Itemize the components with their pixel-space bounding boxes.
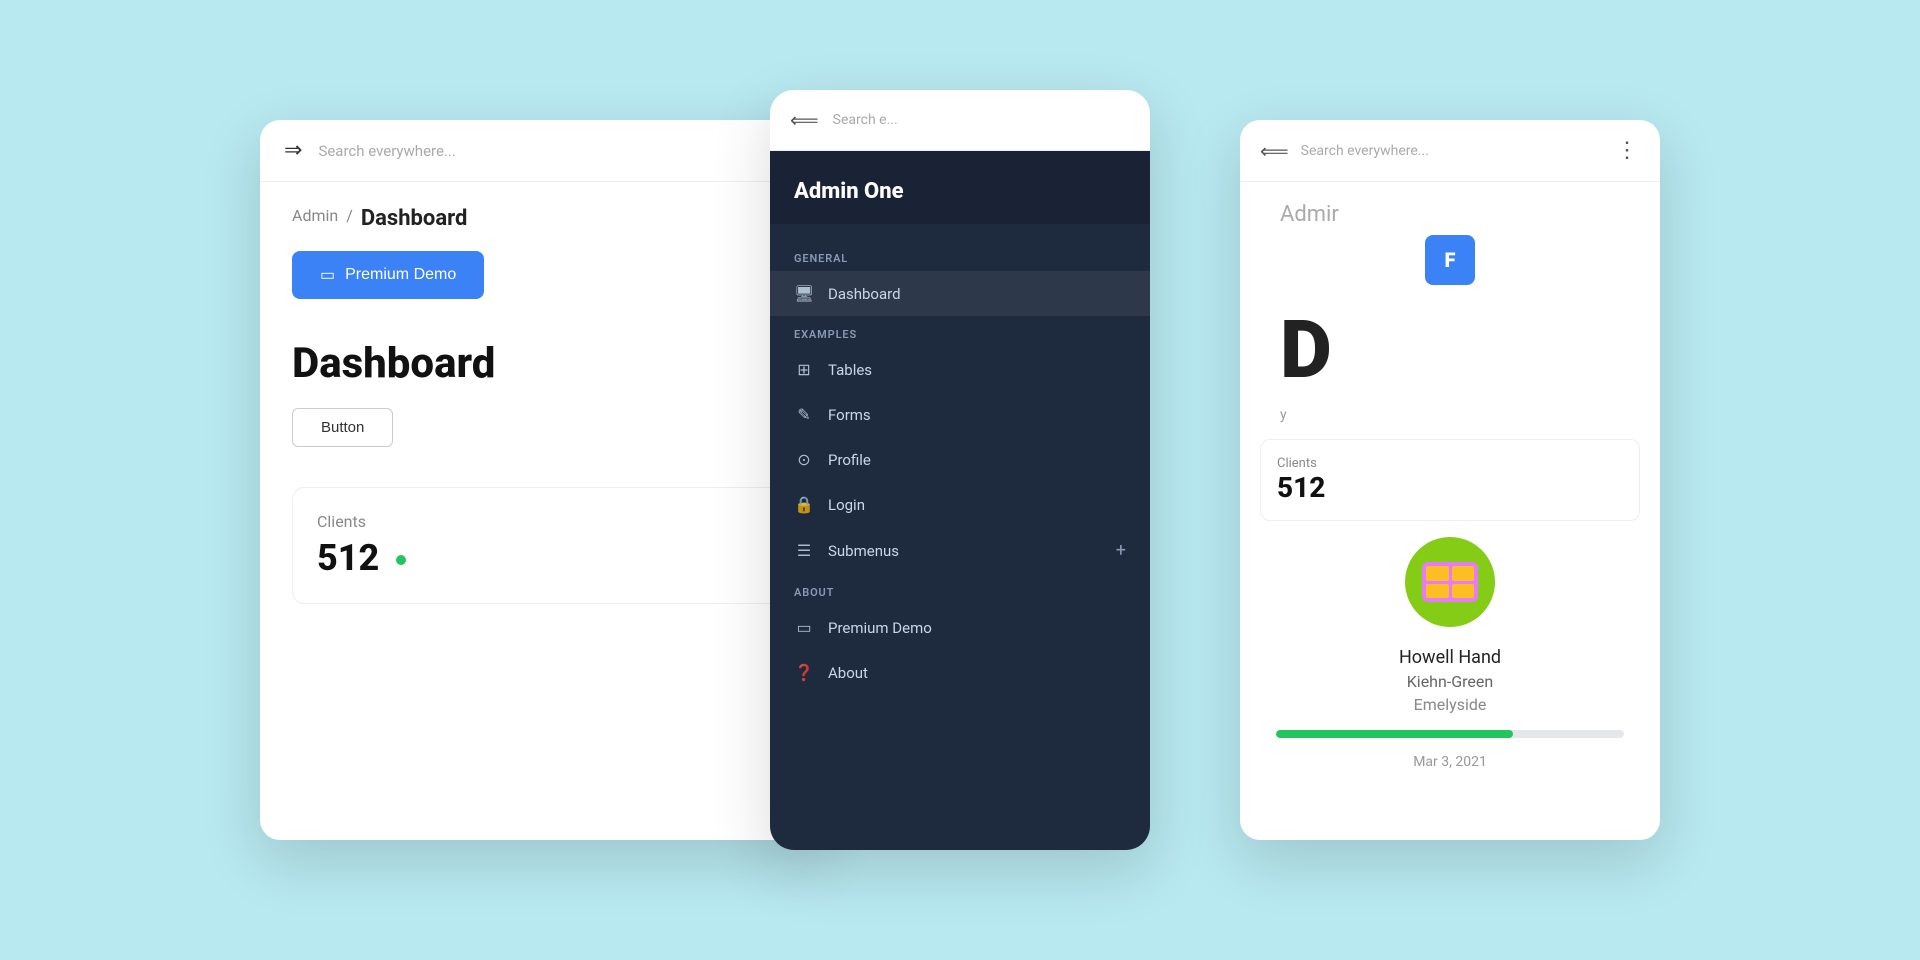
tables-icon: ⊞ xyxy=(794,360,814,379)
monitor-icon: 🖥 xyxy=(794,284,814,303)
date-text: Mar 3, 2021 xyxy=(1260,754,1640,770)
premium-icon: ▭ xyxy=(320,265,335,285)
stats-label: Clients xyxy=(317,512,763,531)
breadcrumb-current: Dashboard xyxy=(361,206,468,231)
stats-value: 512 xyxy=(317,537,763,579)
section-label-about: ABOUT xyxy=(770,574,1150,605)
premium-demo-button[interactable]: ▭ Premium Demo xyxy=(292,251,484,299)
sidebar-item-submenus[interactable]: ☰ Submenus + xyxy=(770,527,1150,574)
plus-icon[interactable]: + xyxy=(1116,540,1126,561)
hamburger-icon[interactable]: ⇒ xyxy=(284,138,302,163)
breadcrumb-sep: / xyxy=(346,206,353,231)
avatar-cell-3 xyxy=(1426,584,1449,599)
premium-icon-sidebar: ▭ xyxy=(794,618,814,637)
company-name: Kiehn-Green xyxy=(1260,672,1640,691)
person-name: Howell Hand xyxy=(1260,647,1640,668)
avatar-cell-4 xyxy=(1452,584,1475,599)
right-stats-label: Clients xyxy=(1277,456,1623,471)
sidebar-item-forms[interactable]: ✎ Forms xyxy=(770,392,1150,437)
center-panel: ⟸ Search e... Admin One GENERAL 🖥 Dashbo… xyxy=(770,90,1150,850)
section-label-general: GENERAL xyxy=(770,240,1150,271)
back-icon[interactable]: ⟸ xyxy=(790,108,819,132)
stats-dot xyxy=(396,555,406,565)
sidebar-title: Admin One xyxy=(794,179,1126,204)
sidebar-body: GENERAL 🖥 Dashboard EXAMPLES ⊞ Tables ✎ … xyxy=(770,224,1150,850)
breadcrumb-admin: Admin xyxy=(292,206,338,231)
sidebar-item-label-about: About xyxy=(828,664,868,682)
submenus-icon: ☰ xyxy=(794,541,814,560)
sidebar-item-premium[interactable]: ▭ Premium Demo xyxy=(770,605,1150,650)
partial-dashboard-d: D xyxy=(1260,293,1640,407)
sidebar-item-profile[interactable]: ⊙ Profile xyxy=(770,437,1150,482)
sidebar-item-login[interactable]: 🔒 Login xyxy=(770,482,1150,527)
avatar-inner xyxy=(1422,562,1478,602)
dashboard-title: Dashboard xyxy=(260,319,820,388)
sidebar-item-label-submenus: Submenus xyxy=(828,542,899,560)
center-topbar: ⟸ Search e... xyxy=(770,90,1150,151)
left-search-placeholder: Search everywhere... xyxy=(318,142,455,160)
left-panel: ⇒ Search everywhere... Admin / Dashboard… xyxy=(260,120,820,840)
profile-icon: ⊙ xyxy=(794,450,814,469)
about-icon: ❓ xyxy=(794,663,814,682)
city-name: Emelyside xyxy=(1260,695,1640,714)
sidebar-header: Admin One xyxy=(770,151,1150,224)
right-content: Admir F D y Clients 512 xyxy=(1240,182,1660,770)
sidebar-item-label-forms: Forms xyxy=(828,406,871,424)
sidebar-item-label-premium: Premium Demo xyxy=(828,619,932,637)
right-panel: ⟸ Search everywhere... ⋮ Admir F D y Cli… xyxy=(1240,120,1660,840)
sidebar-item-label-dashboard: Dashboard xyxy=(828,285,901,303)
partial-admin-title: Admir xyxy=(1260,182,1640,227)
center-search-placeholder: Search e... xyxy=(833,112,898,128)
progress-bar-container xyxy=(1276,730,1624,738)
breadcrumb: Admin / Dashboard xyxy=(260,182,820,231)
progress-bar-fill xyxy=(1276,730,1513,738)
lock-icon: 🔒 xyxy=(794,495,814,514)
demo-button[interactable]: Button xyxy=(292,408,393,447)
right-stats-value: 512 xyxy=(1277,471,1623,504)
section-label-examples: EXAMPLES xyxy=(770,316,1150,347)
sidebar-item-dashboard[interactable]: 🖥 Dashboard xyxy=(770,271,1150,316)
avatar-cell-1 xyxy=(1426,566,1449,581)
forms-icon: ✎ xyxy=(794,405,814,424)
progress-bar-bg xyxy=(1276,730,1624,738)
left-topbar: ⇒ Search everywhere... xyxy=(260,120,820,182)
premium-label: Premium Demo xyxy=(345,266,456,284)
button-area: Button xyxy=(260,388,820,467)
more-options-icon[interactable]: ⋮ xyxy=(1616,138,1640,163)
sidebar-item-label-tables: Tables xyxy=(828,361,872,379)
title-prefix: Admin xyxy=(794,179,859,204)
avatar-cell-2 xyxy=(1452,566,1475,581)
title-bold: One xyxy=(864,179,904,204)
sidebar-item-tables[interactable]: ⊞ Tables xyxy=(770,347,1150,392)
blue-square-icon: F xyxy=(1425,235,1475,285)
sidebar-item-label-profile: Profile xyxy=(828,451,871,469)
stats-box: Clients 512 xyxy=(292,487,788,604)
right-back-icon[interactable]: ⟸ xyxy=(1260,139,1289,163)
right-topbar: ⟸ Search everywhere... ⋮ xyxy=(1240,120,1660,182)
sidebar-item-about[interactable]: ❓ About xyxy=(770,650,1150,695)
sidebar-item-label-login: Login xyxy=(828,496,865,514)
partial-y-text: y xyxy=(1260,407,1640,423)
avatar xyxy=(1405,537,1495,627)
right-search-placeholder: Search everywhere... xyxy=(1301,143,1604,159)
